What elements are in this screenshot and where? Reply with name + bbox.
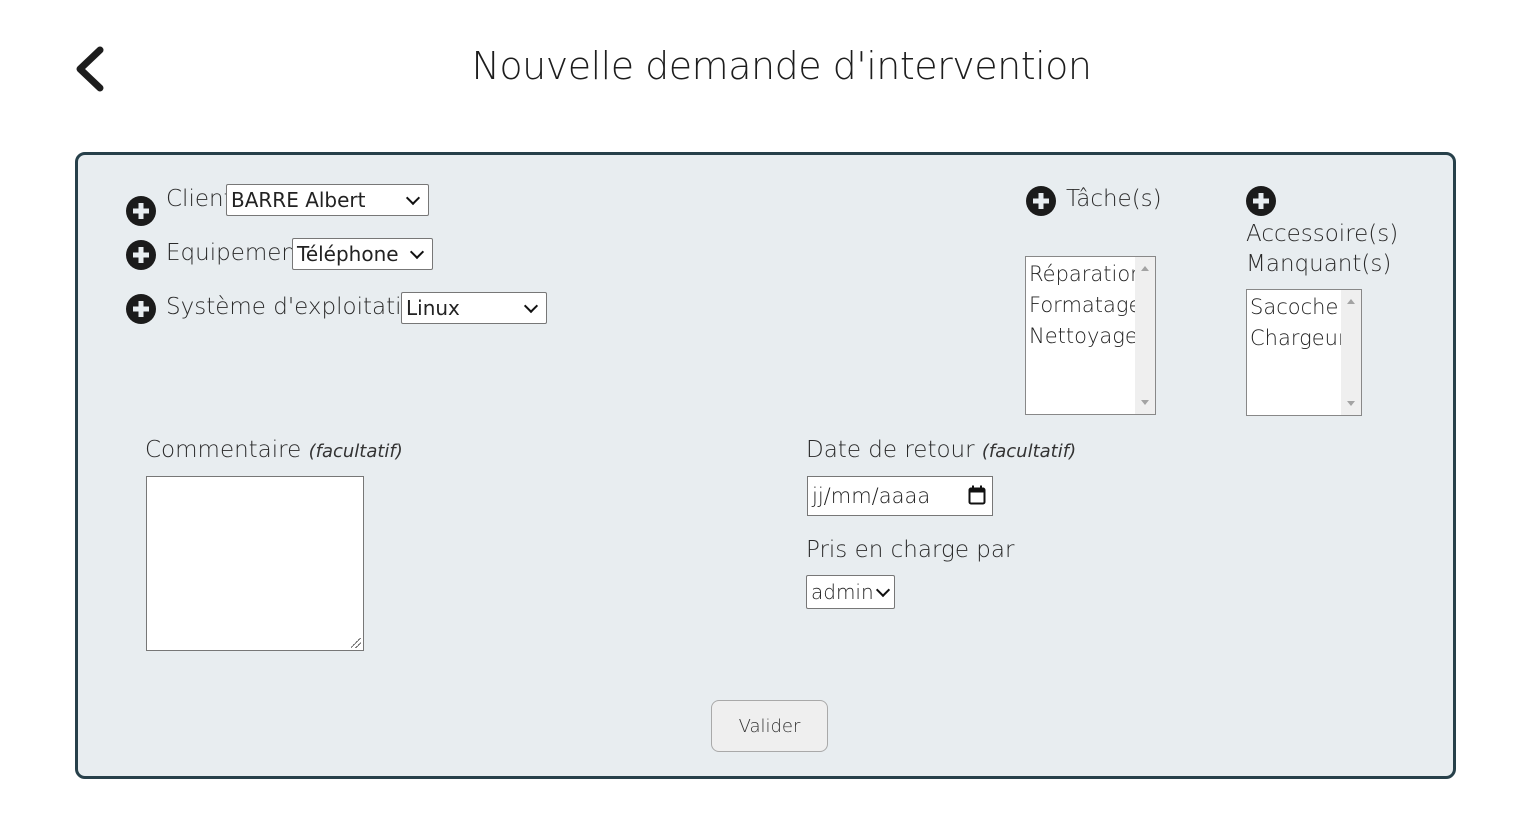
valider-button[interactable]: Valider: [711, 700, 828, 752]
add-accessoire-icon[interactable]: [1246, 186, 1276, 216]
client-select[interactable]: BARRE Albert: [226, 184, 429, 216]
accessoires-listbox[interactable]: Sacoche Chargeur: [1246, 289, 1362, 416]
page: Nouvelle demande d'intervention Client B…: [0, 0, 1513, 820]
scroll-down-icon[interactable]: [1347, 401, 1355, 406]
scrollbar[interactable]: [1135, 257, 1155, 414]
commentaire-hint: (facultatif): [308, 441, 403, 462]
systeme-label: Système d'exploitation: [166, 294, 431, 320]
equipement-label: Equipement: [166, 240, 305, 266]
add-tache-icon[interactable]: [1026, 186, 1056, 216]
date-retour-input[interactable]: jj/mm/aaaa: [807, 476, 993, 516]
scroll-down-icon[interactable]: [1141, 400, 1149, 405]
systeme-select-value: Linux: [406, 296, 460, 320]
scroll-up-icon[interactable]: [1347, 299, 1355, 304]
chevron-down-icon: [405, 190, 421, 205]
client-select-value: BARRE Albert: [231, 188, 366, 212]
equipement-select[interactable]: Téléphone: [292, 238, 433, 270]
commentaire-label: Commentaire (facultatif): [145, 437, 403, 463]
date-retour-placeholder: jj/mm/aaaa: [812, 484, 931, 508]
date-retour-label-text: Date de retour: [806, 437, 975, 463]
commentaire-label-text: Commentaire: [145, 437, 302, 463]
pris-en-charge-value: admin: [811, 580, 874, 604]
resize-handle-icon[interactable]: [351, 638, 361, 648]
date-retour-hint: (facultatif): [981, 441, 1077, 462]
add-client-icon[interactable]: [126, 196, 156, 226]
date-retour-label: Date de retour (facultatif): [806, 437, 1076, 463]
scroll-up-icon[interactable]: [1141, 266, 1149, 271]
taches-listbox[interactable]: Réparation Formatage Nettoyage: [1025, 256, 1156, 415]
accessoires-label-line2: Manquant(s): [1246, 251, 1392, 277]
intervention-form: Client BARRE Albert Equipement Téléphone…: [75, 152, 1456, 779]
taches-label: Tâche(s): [1066, 186, 1162, 212]
chevron-down-icon: [523, 298, 539, 313]
scrollbar[interactable]: [1341, 290, 1361, 415]
client-label: Client: [166, 186, 233, 212]
accessoires-label-line1: Accessoire(s): [1246, 221, 1399, 247]
systeme-select[interactable]: Linux: [401, 292, 547, 324]
chevron-down-icon: [875, 582, 891, 597]
chevron-down-icon: [409, 244, 425, 259]
page-title: Nouvelle demande d'intervention: [471, 44, 1092, 88]
commentaire-textarea[interactable]: [146, 476, 364, 651]
equipement-select-value: Téléphone: [297, 242, 399, 266]
pris-en-charge-select[interactable]: admin: [806, 575, 895, 609]
add-systeme-icon[interactable]: [126, 294, 156, 324]
calendar-icon[interactable]: [968, 485, 986, 505]
pris-en-charge-label: Pris en charge par: [806, 537, 1015, 563]
add-equipement-icon[interactable]: [126, 240, 156, 270]
